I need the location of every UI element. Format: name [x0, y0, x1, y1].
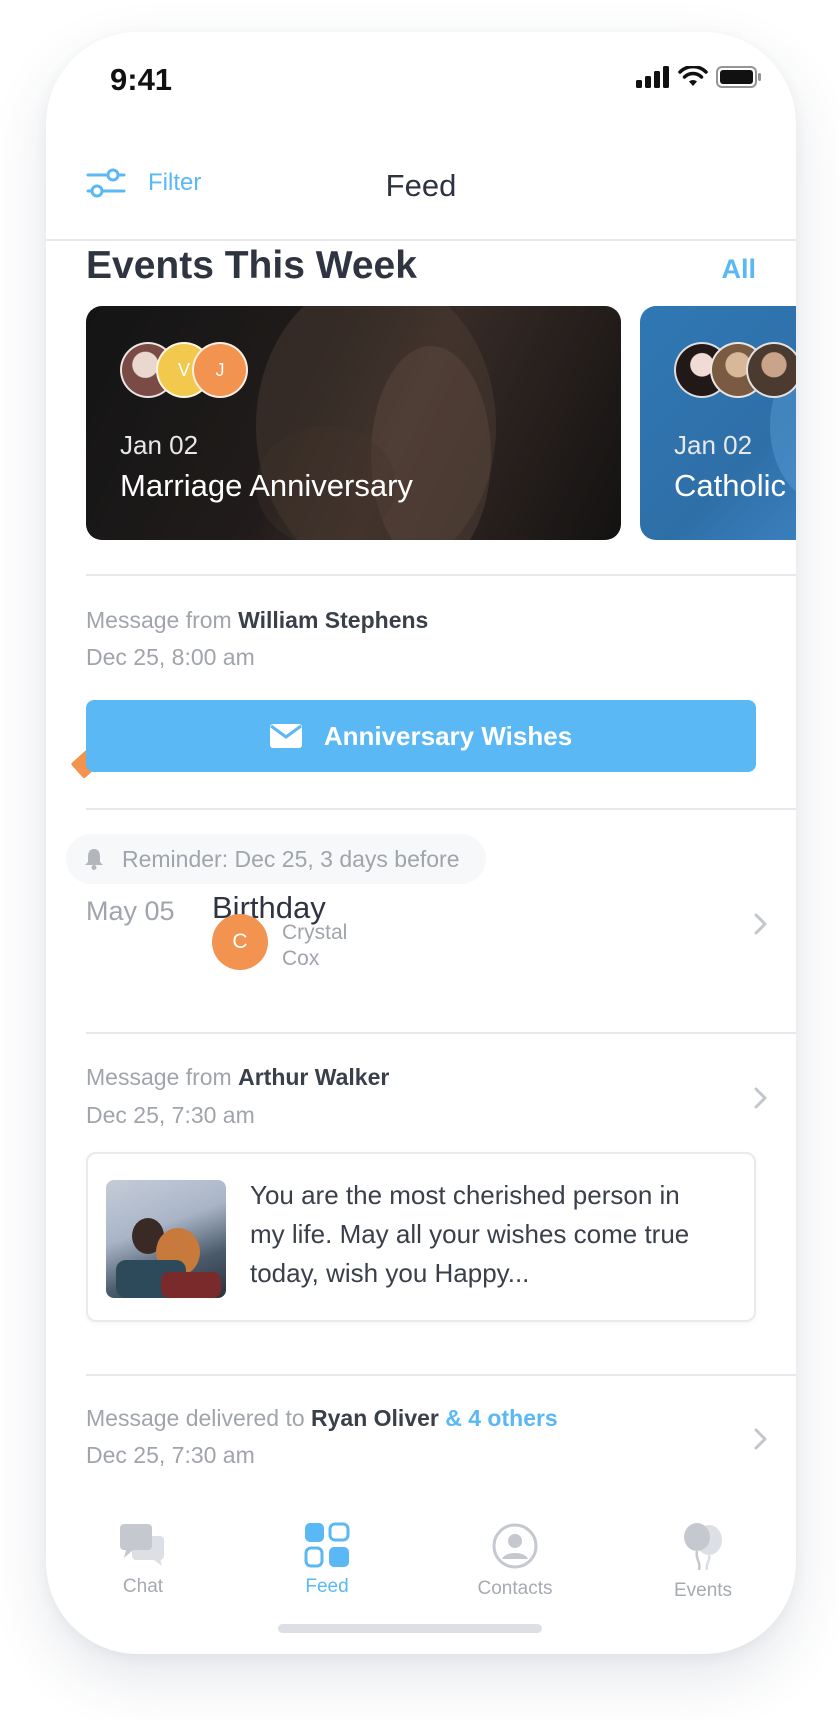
events-section-header: Events This Week All	[86, 244, 756, 290]
see-all-link[interactable]: All	[721, 254, 756, 285]
message-recipient[interactable]: Ryan Oliver	[311, 1405, 439, 1431]
status-icons	[636, 66, 762, 88]
chat-icon	[120, 1524, 164, 1566]
event-card[interactable]: Jan 02 Catholic	[640, 306, 796, 540]
reminder-pill: Reminder: Dec 25, 3 days before	[66, 834, 486, 884]
events-section-title: Events This Week	[86, 244, 417, 287]
others-link[interactable]: & 4 others	[445, 1405, 557, 1431]
reminder-label: Reminder: Dec 25, 3 days before	[122, 845, 460, 872]
message-timestamp: Dec 25, 7:30 am	[86, 1102, 255, 1128]
bell-icon	[85, 849, 103, 870]
status-bar: 9:41	[46, 32, 796, 132]
participants-avatars: V J	[120, 342, 248, 398]
tab-label: Chat	[122, 1576, 164, 1597]
participants-avatars	[674, 342, 796, 398]
tab-label: Feed	[305, 1576, 349, 1597]
signal-icon	[636, 66, 669, 88]
message-preview-card[interactable]: You are the most cherished person in my …	[86, 1152, 756, 1322]
tab-bar: Chat Feed Contacts Events	[46, 1510, 796, 1620]
tab-chat[interactable]: Chat	[68, 1522, 218, 1598]
contacts-icon	[492, 1523, 538, 1569]
phone-frame: 9:41 Filter Feed Events This Week All V …	[46, 32, 796, 1654]
message-sender[interactable]: William Stephens	[238, 607, 428, 633]
chevron-right-icon[interactable]	[746, 910, 774, 938]
page-title: Feed	[385, 168, 457, 203]
message-header: Message from William Stephens	[86, 607, 428, 634]
photo-content	[116, 1218, 221, 1298]
nav-header: Filter Feed	[46, 132, 796, 241]
message-timestamp: Dec 25, 7:30 am	[86, 1442, 255, 1468]
avatar: J	[192, 342, 248, 398]
person-name: Crystal Cox	[282, 921, 348, 970]
message-header: Message delivered to Ryan Oliver & 4 oth…	[86, 1405, 558, 1432]
event-date: Jan 02	[120, 430, 199, 460]
message-prefix: Message delivered to	[86, 1405, 305, 1431]
button-label: Anniversary Wishes	[323, 720, 573, 751]
divider	[86, 574, 796, 576]
chevron-right-icon[interactable]	[746, 1425, 774, 1453]
wifi-icon	[678, 66, 708, 86]
divider	[86, 808, 796, 810]
tab-label: Contacts	[477, 1578, 553, 1599]
message-prefix: Message from	[86, 1064, 232, 1090]
status-time: 9:41	[110, 62, 173, 97]
feed-icon	[304, 1522, 350, 1568]
tab-label: Events	[673, 1580, 733, 1601]
events-carousel[interactable]: V J Jan 02 Marriage Anniversary Jan 02 C…	[86, 306, 796, 540]
tab-feed[interactable]: Feed	[252, 1522, 402, 1598]
divider	[86, 1032, 796, 1034]
divider	[86, 1374, 796, 1376]
home-indicator	[278, 1624, 542, 1633]
envelope-icon	[269, 724, 302, 748]
birthday-date: May 05	[86, 896, 175, 926]
battery-icon	[716, 66, 761, 88]
message-photo	[106, 1180, 226, 1298]
tab-events[interactable]: Events	[628, 1522, 778, 1602]
message-header: Message from Arthur Walker	[86, 1064, 389, 1091]
message-prefix: Message from	[86, 607, 232, 633]
message-timestamp: Dec 25, 8:00 am	[86, 644, 255, 670]
balloons-icon	[684, 1523, 722, 1571]
tab-contacts[interactable]: Contacts	[440, 1522, 590, 1600]
message-text: You are the most cherished person in my …	[250, 1180, 690, 1288]
event-date: Jan 02	[674, 430, 753, 460]
avatar: C	[212, 914, 268, 970]
anniversary-wishes-button[interactable]: Anniversary Wishes	[86, 700, 756, 772]
chevron-right-icon[interactable]	[746, 1084, 774, 1112]
event-title: Marriage Anniversary	[120, 468, 413, 503]
message-sender[interactable]: Arthur Walker	[238, 1064, 389, 1090]
event-card[interactable]: V J Jan 02 Marriage Anniversary	[86, 306, 621, 540]
avatar	[746, 342, 796, 398]
event-title: Catholic	[674, 468, 786, 503]
